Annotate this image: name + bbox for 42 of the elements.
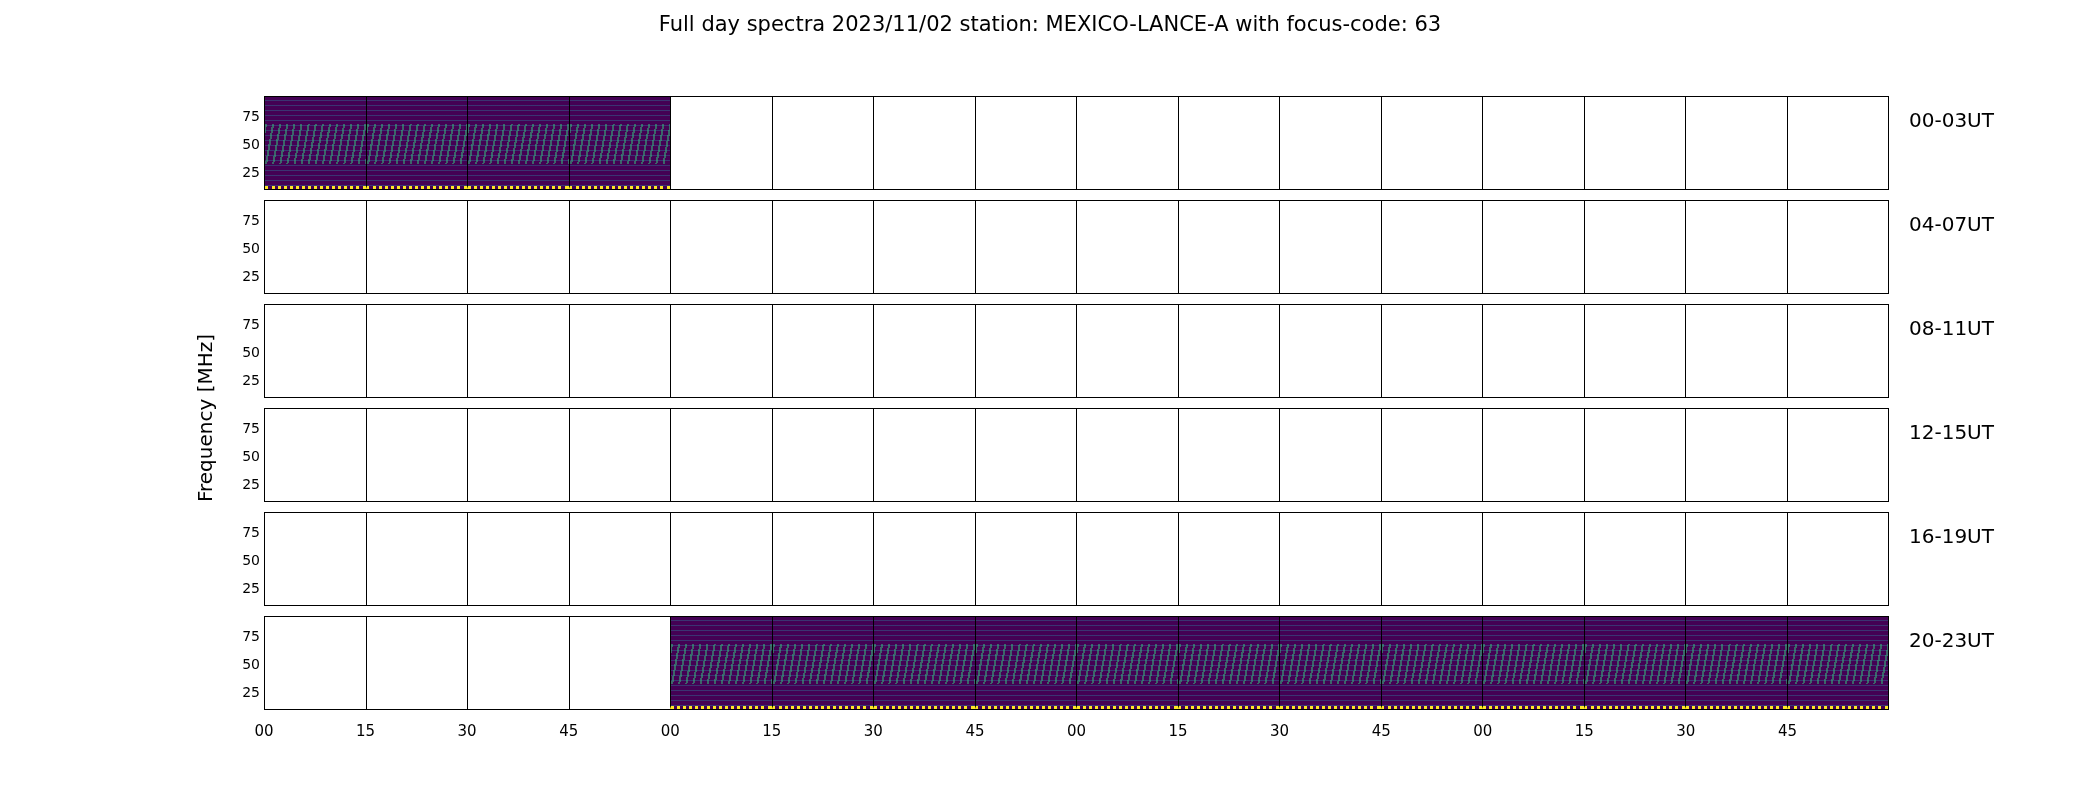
- y-tick-label: 75: [242, 524, 260, 540]
- y-tick-label: 25: [242, 164, 260, 180]
- y-tick-label: 75: [242, 212, 260, 228]
- x-tick-label: 45: [559, 722, 579, 740]
- y-tick-label: 50: [242, 136, 260, 152]
- y-tick-label: 25: [242, 268, 260, 284]
- x-tick-label: 00: [1066, 722, 1087, 740]
- time-range-label: 20-23UT: [1909, 627, 1994, 654]
- x-tick-label: 00: [1473, 722, 1493, 740]
- y-tick-label: 75: [242, 316, 260, 332]
- y-tick-label: 25: [242, 372, 260, 388]
- y-tick-label: 25: [242, 580, 260, 596]
- time-range-label: 12-15UT: [1909, 419, 1994, 446]
- figure-title: Full day spectra 2023/11/02 station: MEXICO-LANCE-A with focus-code: 63: [657, 11, 1443, 38]
- time-range-label: 04-07UT: [1909, 211, 1994, 238]
- y-tick-label: 25: [242, 684, 260, 700]
- x-tick-label: 00: [254, 722, 274, 740]
- y-tick-label: 50: [242, 656, 260, 672]
- x-tick-label: 15: [356, 722, 376, 740]
- y-axis-label: Frequency [MHz]: [193, 333, 217, 503]
- y-tick-label: 50: [242, 552, 260, 568]
- x-tick-label: 30: [457, 722, 477, 740]
- y-tick-label: 25: [242, 476, 260, 492]
- time-range-label: 16-19UT: [1909, 523, 1994, 550]
- x-tick-label: 30: [1676, 722, 1696, 740]
- y-tick-label: 50: [242, 344, 260, 360]
- x-tick-label: 45: [1777, 722, 1797, 740]
- x-tick-label: 30: [1270, 722, 1290, 740]
- time-range-label: 00-03UT: [1909, 107, 1994, 134]
- x-tick-label: 45: [1371, 722, 1391, 740]
- x-tick-label: 15: [1574, 722, 1594, 740]
- y-tick-label: 75: [242, 108, 260, 124]
- x-tick-label: 45: [965, 722, 985, 740]
- y-tick-label: 50: [242, 448, 260, 464]
- y-tick-label: 75: [242, 628, 260, 644]
- x-tick-label: 00: [660, 722, 680, 740]
- y-tick-label: 50: [242, 240, 260, 256]
- y-tick-label: 75: [242, 420, 260, 436]
- time-range-label: 08-11UT: [1909, 315, 1994, 342]
- x-tick-label: 15: [1168, 722, 1188, 740]
- x-tick-label: 15: [762, 722, 782, 740]
- x-tick-label: 30: [863, 722, 883, 740]
